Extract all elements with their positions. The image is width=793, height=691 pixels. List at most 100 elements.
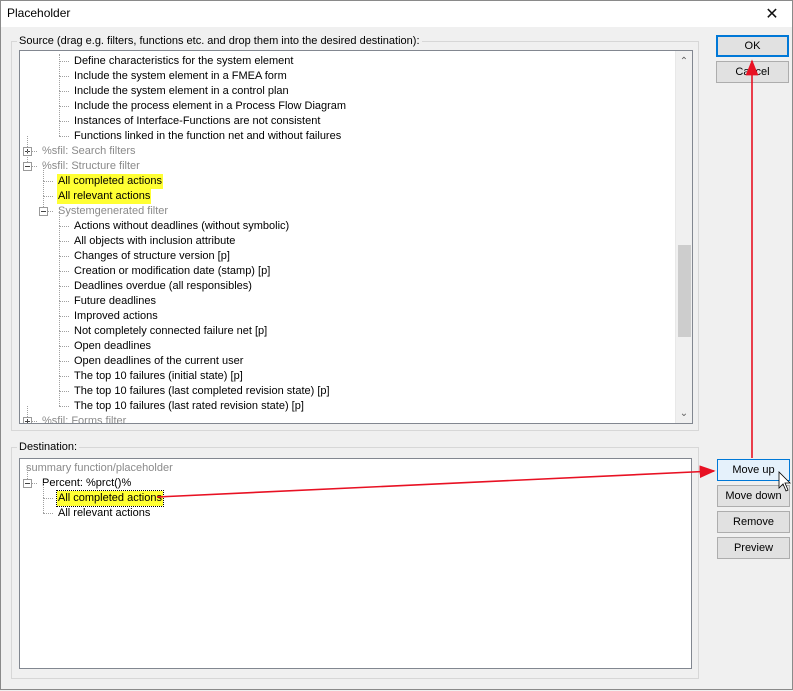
scroll-down-icon[interactable]: ⌄: [676, 405, 692, 421]
tree-item[interactable]: Open deadlines: [73, 339, 152, 354]
tree-connector: [59, 91, 60, 106]
tree-connector: [59, 136, 69, 137]
tree-connector: [43, 166, 44, 181]
tree-item-label: Instances of Interface-Functions are not…: [74, 115, 321, 127]
tree-item[interactable]: Systemgenerated filter: [57, 204, 169, 219]
tree-item[interactable]: All completed actions: [57, 174, 163, 189]
tree-connector: [59, 361, 60, 376]
tree-item[interactable]: The top 10 failures (initial state) [p]: [73, 369, 244, 384]
tree-item[interactable]: All objects with inclusion attribute: [73, 234, 236, 249]
tree-connector: [59, 331, 60, 346]
tree-connector: [59, 286, 69, 287]
tree-item[interactable]: Creation or modification date (stamp) [p…: [73, 264, 271, 279]
tree-item[interactable]: Open deadlines of the current user: [73, 354, 244, 369]
tree-item[interactable]: The top 10 failures (last rated revision…: [73, 399, 305, 414]
tree-item-label: The top 10 failures (last rated revision…: [74, 400, 304, 412]
tree-item[interactable]: Functions linked in the function net and…: [73, 129, 342, 144]
tree-item-label: All relevant actions: [58, 507, 151, 519]
tree-item-label: The top 10 failures (initial state) [p]: [74, 370, 243, 382]
tree-item-label: All objects with inclusion attribute: [74, 235, 236, 247]
tree-connector: [59, 91, 69, 92]
tree-connector: [59, 376, 60, 391]
title-bar: Placeholder ✕: [1, 1, 792, 27]
tree-item[interactable]: Future deadlines: [73, 294, 157, 309]
tree-connector: [59, 301, 69, 302]
source-tree[interactable]: ⌃ ⌄ Define characteristics for the syste…: [19, 50, 693, 424]
tree-item[interactable]: Instances of Interface-Functions are not…: [73, 114, 321, 129]
tree-connector: [59, 61, 60, 76]
tree-connector: [59, 61, 69, 62]
tree-item[interactable]: Not completely connected failure net [p]: [73, 324, 268, 339]
tree-item[interactable]: Changes of structure version [p]: [73, 249, 231, 264]
preview-button[interactable]: Preview: [717, 537, 790, 559]
tree-item-label: Deadlines overdue (all responsibles): [74, 280, 252, 292]
tree-item[interactable]: All relevant actions: [57, 189, 152, 204]
tree-connector: [59, 106, 69, 107]
window-title: Placeholder: [7, 6, 71, 20]
tree-connector: [59, 226, 60, 241]
tree-connector: [59, 256, 69, 257]
tree-item[interactable]: The top 10 failures (last completed revi…: [73, 384, 331, 399]
cancel-button[interactable]: Cancel: [716, 61, 789, 83]
placeholder-dialog: Placeholder ✕ Source (drag e.g. filters,…: [0, 0, 793, 690]
tree-item[interactable]: All completed actions: [56, 490, 164, 507]
tree-connector: [59, 226, 69, 227]
tree-item-label: Improved actions: [74, 310, 158, 322]
tree-item-label: Open deadlines: [74, 340, 152, 352]
tree-item[interactable]: Percent: %prct()%: [41, 476, 132, 491]
destination-label: Destination:: [17, 441, 80, 454]
tree-connector: [59, 271, 60, 286]
tree-item-label: All completed actions: [57, 174, 163, 189]
tree-connector: [59, 256, 60, 271]
tree-item[interactable]: %sfil: Forms filter: [41, 414, 127, 423]
collapse-icon[interactable]: [39, 207, 48, 216]
tree-item-label: Actions without deadlines (without symbo…: [74, 220, 290, 232]
tree-item-label: Creation or modification date (stamp) [p…: [74, 265, 271, 277]
tree-item[interactable]: All relevant actions: [57, 506, 151, 521]
tree-item[interactable]: %sfil: Structure filter: [41, 159, 141, 174]
tree-item[interactable]: Improved actions: [73, 309, 159, 324]
tree-item-label: Include the system element in a FMEA for…: [74, 70, 287, 82]
tree-item-label: %sfil: Structure filter: [42, 160, 140, 172]
tree-connector: [59, 106, 60, 121]
tree-connector: [43, 513, 53, 514]
tree-item-label: Include the process element in a Process…: [74, 100, 347, 112]
tree-item[interactable]: Include the system element in a FMEA for…: [73, 69, 288, 84]
tree-connector: [59, 316, 69, 317]
tree-item[interactable]: Include the process element in a Process…: [73, 99, 347, 114]
tree-connector: [43, 181, 44, 196]
tree-item[interactable]: Actions without deadlines (without symbo…: [73, 219, 290, 234]
tree-item-label: Define characteristics for the system el…: [74, 55, 294, 67]
tree-item-label: Systemgenerated filter: [58, 205, 169, 217]
source-scrollbar[interactable]: ⌃ ⌄: [675, 51, 692, 423]
tree-connector: [59, 301, 60, 316]
remove-button[interactable]: Remove: [717, 511, 790, 533]
tree-item[interactable]: Define characteristics for the system el…: [73, 54, 294, 69]
tree-connector: [59, 121, 60, 136]
tree-item[interactable]: Include the system element in a control …: [73, 84, 290, 99]
tree-connector: [59, 241, 60, 256]
tree-item[interactable]: summary function/placeholder: [25, 461, 174, 476]
ok-button[interactable]: OK: [716, 35, 789, 57]
scroll-up-icon[interactable]: ⌃: [676, 53, 692, 69]
tree-item-label: Open deadlines of the current user: [74, 355, 244, 367]
tree-item-label: All completed actions: [56, 490, 164, 507]
move-up-button[interactable]: Move up: [717, 459, 790, 481]
move-down-button[interactable]: Move down: [717, 485, 790, 507]
expand-icon[interactable]: [23, 417, 32, 423]
destination-tree[interactable]: summary function/placeholder Percent: %pr…: [19, 458, 692, 669]
tree-item[interactable]: Deadlines overdue (all responsibles): [73, 279, 253, 294]
tree-connector: [59, 316, 60, 331]
tree-connector: [59, 376, 69, 377]
close-icon[interactable]: ✕: [752, 1, 792, 27]
tree-connector: [59, 406, 69, 407]
tree-item[interactable]: %sfil: Search filters: [41, 144, 137, 159]
scroll-thumb[interactable]: [678, 244, 691, 337]
collapse-icon[interactable]: [23, 162, 32, 171]
tree-connector: [43, 483, 44, 498]
tree-connector: [43, 196, 53, 197]
tree-item-label: Not completely connected failure net [p]: [74, 325, 268, 337]
tree-item-label: Changes of structure version [p]: [74, 250, 230, 262]
tree-connector: [43, 498, 44, 513]
collapse-icon[interactable]: [23, 479, 32, 488]
